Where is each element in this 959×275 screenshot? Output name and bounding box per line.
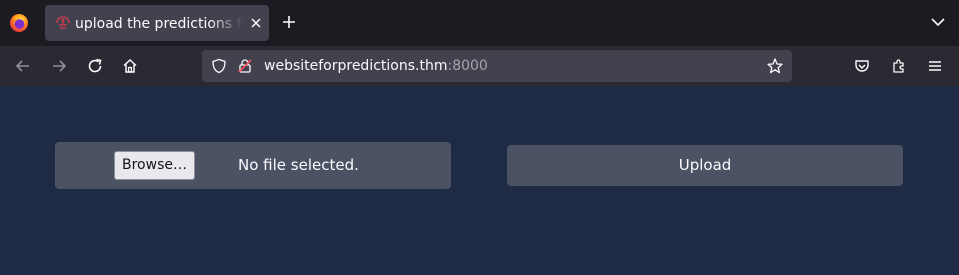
url-port: :8000 [447, 58, 488, 74]
url-text[interactable]: websiteforpredictions.thm:8000 [264, 57, 488, 75]
bookmark-star-icon[interactable] [766, 57, 784, 75]
upload-button[interactable]: Upload [507, 145, 903, 186]
forward-icon[interactable] [50, 57, 68, 75]
close-tab-icon[interactable] [249, 16, 263, 30]
file-status-text: No file selected. [238, 156, 359, 174]
firefox-icon[interactable] [9, 13, 29, 33]
home-icon[interactable] [121, 57, 139, 75]
tab-title: upload the predictions file [75, 16, 243, 32]
pocket-icon[interactable] [853, 57, 871, 75]
navigation-toolbar: websiteforpredictions.thm:8000 [0, 46, 959, 86]
reload-icon[interactable] [86, 57, 104, 75]
tab-bar: upload the predictions file [0, 0, 959, 46]
new-tab-icon[interactable] [280, 13, 298, 31]
file-input-container: Browse… No file selected. [55, 142, 451, 189]
active-tab[interactable]: upload the predictions file [45, 5, 269, 41]
browse-button[interactable]: Browse… [114, 151, 195, 180]
url-host: websiteforpredictions.thm [264, 58, 448, 74]
address-bar[interactable]: websiteforpredictions.thm:8000 [202, 50, 792, 82]
back-icon[interactable] [14, 57, 32, 75]
list-all-tabs-icon[interactable] [929, 15, 947, 29]
tracking-protection-shield-icon[interactable] [211, 58, 227, 74]
site-favicon-icon [56, 16, 70, 29]
menu-icon[interactable] [926, 57, 944, 75]
extensions-icon[interactable] [890, 57, 908, 75]
page-content: Browse… No file selected. Upload [0, 86, 959, 275]
insecure-lock-icon[interactable] [237, 58, 253, 74]
